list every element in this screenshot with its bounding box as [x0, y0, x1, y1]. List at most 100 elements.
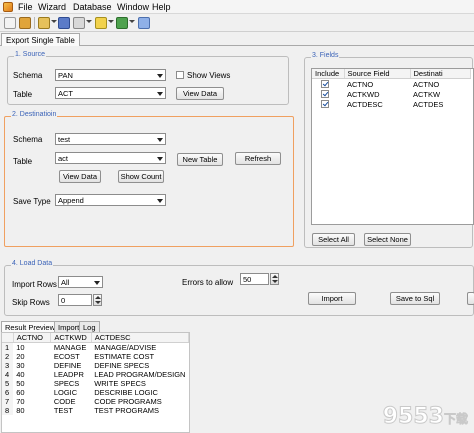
skip-rows-label: Skip Rows	[12, 298, 50, 307]
table-cell: 10	[16, 343, 25, 352]
row-number-cell: 8	[2, 406, 14, 415]
row-number-cell: 5	[2, 379, 14, 388]
include-checkbox[interactable]	[321, 80, 329, 88]
refresh-button[interactable]: Refresh	[235, 152, 281, 165]
select-all-button[interactable]: Select All	[312, 233, 355, 246]
include-checkbox[interactable]	[321, 90, 329, 98]
result-preview-grid[interactable]: ACTNO ACTKWD ACTDESC 1 10 MANAGE MANAGE/ADV…	[1, 332, 190, 433]
errors-to-allow-label: Errors to allow	[182, 278, 234, 287]
table-row[interactable]: ACTKWD ACTKW	[312, 89, 470, 99]
table-cell: CODE PROGRAMS	[94, 397, 162, 406]
row-number-cell: 7	[2, 397, 14, 406]
menu-file[interactable]: File	[18, 2, 33, 12]
source-field-cell: ACTNO	[347, 79, 374, 89]
extra-button[interactable]	[467, 292, 474, 305]
table-cell: DESCRIBE LOGIC	[94, 388, 158, 397]
table-cell: ECOST	[53, 352, 80, 361]
column-header-actkwd[interactable]: ACTKWD	[50, 333, 92, 343]
include-checkbox[interactable]	[321, 100, 329, 108]
destination-field-cell: ACTDES	[413, 99, 444, 109]
load-data-title: 4. Load Data	[11, 260, 54, 267]
column-header-include[interactable]: Include	[312, 69, 345, 79]
source-view-data-button[interactable]: View Data	[176, 87, 224, 100]
grid-icon[interactable]	[138, 17, 150, 29]
app-icon	[3, 2, 13, 12]
tab-export-single-table[interactable]: Export Single Table	[1, 33, 80, 46]
new-icon[interactable]	[4, 17, 16, 29]
table-row[interactable]: ACTNO ACTNO	[312, 79, 470, 90]
chevron-down-icon	[94, 281, 100, 285]
table-row[interactable]: 4 40 LEADPR LEAD PROGRAM/DESIGN	[2, 370, 189, 379]
errors-to-allow-input[interactable]: 50	[240, 273, 269, 285]
menu-bar: File Wizard Database Window Help	[0, 0, 474, 14]
source-group: 1. Source Schema PAN Show Views Table AC…	[7, 51, 289, 105]
column-header-row-number	[2, 333, 14, 343]
menu-help[interactable]: Help	[152, 2, 171, 12]
source-table-label: Table	[13, 90, 33, 99]
table-cell: 30	[16, 361, 25, 370]
destination-field-cell: ACTNO	[413, 79, 440, 89]
table-cell: TEST	[53, 406, 74, 415]
save-type-select[interactable]: Append	[55, 194, 166, 206]
table-cell: ESTIMATE COST	[94, 352, 155, 361]
table-cell: TEST PROGRAMS	[94, 406, 160, 415]
save-icon[interactable]	[58, 17, 70, 29]
table-cell: 80	[16, 406, 25, 415]
show-views-checkbox[interactable]	[176, 71, 184, 79]
save-type-value: Append	[58, 196, 84, 205]
wizard-icon[interactable]	[95, 17, 107, 29]
import-rows-select[interactable]: All	[58, 276, 103, 288]
fields-group: 3. Fields Include Source Field Destinati…	[304, 52, 474, 248]
table-row[interactable]: 6 60 LOGIC DESCRIBE LOGIC	[2, 388, 189, 397]
column-header-source-field[interactable]: Source Field	[344, 69, 411, 79]
chevron-down-icon[interactable]	[108, 20, 114, 23]
destination-view-data-button[interactable]: View Data	[59, 170, 101, 183]
chevron-down-icon[interactable]	[51, 20, 57, 23]
row-number-cell: 1	[2, 342, 14, 352]
chevron-down-icon[interactable]	[86, 20, 92, 23]
table-row[interactable]: 2 20 ECOST ESTIMATE COST	[2, 352, 189, 361]
import-button[interactable]: Import	[308, 292, 356, 305]
row-number-cell: 3	[2, 361, 14, 370]
table-cell: CODE	[53, 397, 76, 406]
import-rows-label: Import Rows	[12, 280, 57, 289]
destination-table-select[interactable]: act	[55, 152, 166, 164]
table-row[interactable]: 3 30 DEFINE DEFINE SPECS	[2, 361, 189, 370]
save-to-sql-button[interactable]: Save to Sql	[390, 292, 440, 305]
source-schema-select[interactable]: PAN	[55, 69, 166, 81]
save-type-label: Save Type	[13, 197, 51, 206]
table-row[interactable]: ACTDESC ACTDES	[312, 99, 470, 109]
menu-window[interactable]: Window	[117, 2, 149, 12]
table-cell: LOGIC	[53, 388, 78, 397]
table-cell: 50	[16, 379, 25, 388]
menu-database[interactable]: Database	[73, 2, 112, 12]
column-header-actdesc[interactable]: ACTDESC	[91, 333, 189, 343]
tab-result-preview[interactable]: Result Preview	[1, 321, 60, 332]
fields-grid[interactable]: Include Source Field Destinati ACTNO ACT…	[311, 68, 474, 225]
destination-table-value: act	[58, 154, 69, 163]
skip-rows-spinner[interactable]	[93, 294, 102, 306]
table-row[interactable]: 5 50 SPECS WRITE SPECS	[2, 379, 189, 388]
fields-title: 3. Fields	[311, 52, 340, 59]
table-row[interactable]: 8 80 TEST TEST PROGRAMS	[2, 406, 189, 415]
column-header-actno[interactable]: ACTNO	[13, 333, 52, 343]
menu-wizard[interactable]: Wizard	[38, 2, 66, 12]
new-table-button[interactable]: New Table	[177, 153, 223, 166]
wand-icon[interactable]	[73, 17, 85, 29]
tab-log[interactable]: Log	[79, 321, 100, 332]
connect-icon[interactable]	[19, 17, 31, 29]
table-row[interactable]: 1 10 MANAGE MANAGE/ADVISE	[2, 342, 189, 352]
chevron-down-icon[interactable]	[129, 20, 135, 23]
export-icon[interactable]	[116, 17, 128, 29]
destination-schema-select[interactable]: test	[55, 133, 166, 145]
open-icon[interactable]	[38, 17, 50, 29]
errors-to-allow-spinner[interactable]	[270, 273, 279, 285]
column-header-destination[interactable]: Destinati	[410, 69, 471, 79]
skip-rows-input[interactable]: 0	[58, 294, 92, 306]
table-row[interactable]: 7 70 CODE CODE PROGRAMS	[2, 397, 189, 406]
show-count-button[interactable]: Show Count	[118, 170, 164, 183]
row-number-cell: 2	[2, 352, 14, 361]
source-table-select[interactable]: ACT	[55, 87, 166, 99]
select-none-button[interactable]: Select None	[364, 233, 411, 246]
table-cell: DEFINE	[53, 361, 82, 370]
